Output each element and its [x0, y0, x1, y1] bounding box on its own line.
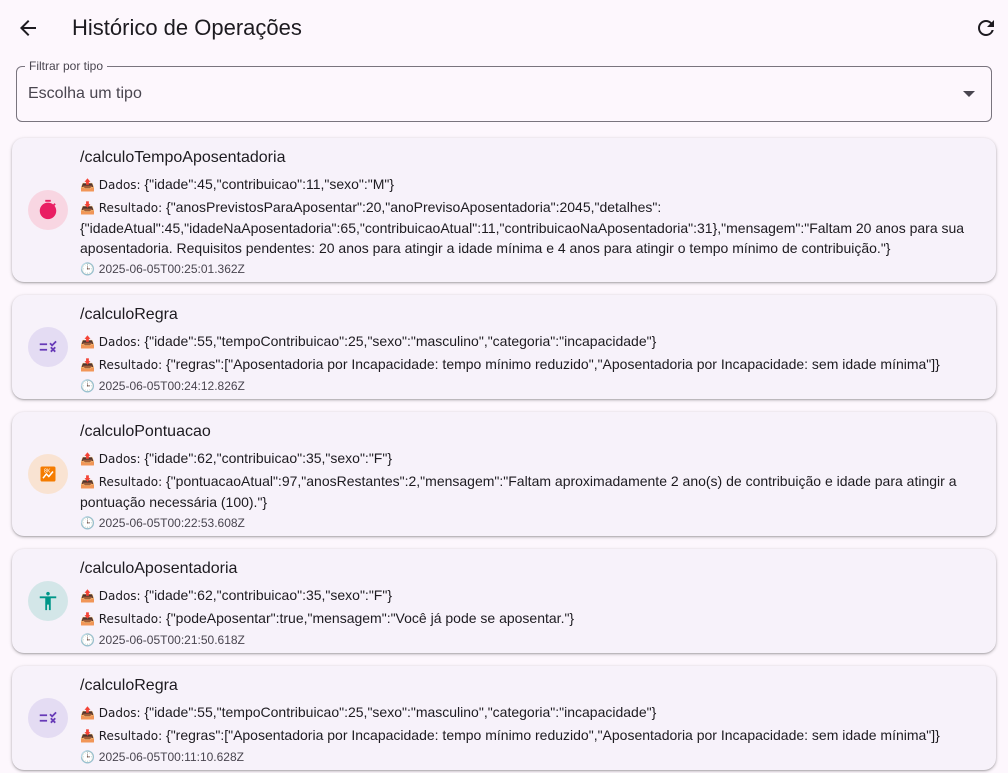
dados-value: {"idade":45,"contribuicao":11,"sexo":"M"… [144, 176, 395, 192]
dados-value: {"idade":62,"contribuicao":35,"sexo":"F"… [144, 450, 392, 466]
operation-avatar [28, 327, 68, 367]
timestamp-value: 2025-06-05T00:24:12.826Z [98, 379, 245, 393]
filter-label: Filtrar por tipo [25, 59, 108, 73]
download-tray-icon: 📥 Resultado: [80, 358, 167, 372]
type-filter-dropdown[interactable]: Filtrar por tipo Escolha um tipo [16, 59, 992, 122]
operation-resultado: 📥 Resultado: {"anosPrevistosParaAposenta… [80, 197, 980, 258]
arrow-back-icon [20, 20, 36, 36]
refresh-button[interactable] [970, 12, 1002, 44]
operation-avatar: 8K [28, 454, 68, 494]
operation-dados: 📤 Dados: {"idade":62,"contribuicao":35,"… [80, 448, 980, 469]
operation-card[interactable]: /calculoAposentadoria 📤 Dados: {"idade":… [12, 549, 996, 653]
timestamp-value: 2025-06-05T00:11:10.628Z [98, 750, 244, 764]
clock-icon: 🕒 [80, 750, 99, 764]
rule-icon [39, 711, 57, 724]
operation-dados: 📤 Dados: {"idade":55,"tempoContribuicao"… [80, 331, 980, 352]
app-bar: Histórico de Operações [0, 0, 1008, 56]
upload-tray-icon: 📤 Dados: [80, 178, 145, 192]
resultado-value: {"podeAposentar":true,"mensagem":"Você j… [166, 610, 575, 626]
back-button[interactable] [12, 12, 44, 44]
score-icon: 8K [40, 466, 56, 482]
operation-title: /calculoRegra [80, 306, 178, 323]
filter-placeholder: Escolha um tipo [28, 85, 142, 102]
operation-card[interactable]: /calculoRegra 📤 Dados: {"idade":55,"temp… [12, 666, 996, 770]
clock-icon: 🕒 [80, 379, 99, 393]
operation-timestamp: 🕒 2025-06-05T00:22:53.608Z [80, 515, 980, 531]
operation-avatar [28, 698, 68, 738]
svg-text:8K: 8K [44, 468, 51, 474]
dados-value: {"idade":55,"tempoContribuicao":25,"sexo… [144, 333, 657, 349]
operation-timestamp: 🕒 2025-06-05T00:11:10.628Z [80, 749, 980, 765]
timestamp-value: 2025-06-05T00:22:53.608Z [98, 516, 245, 530]
page-title: Histórico de Operações [72, 15, 302, 40]
operation-dados: 📤 Dados: {"idade":45,"contribuicao":11,"… [80, 174, 980, 195]
upload-tray-icon: 📤 Dados: [80, 706, 145, 720]
operation-resultado: 📥 Resultado: {"podeAposentar":true,"mens… [80, 608, 980, 629]
clock-icon: 🕒 [80, 633, 99, 647]
accessibility-icon [39, 591, 57, 611]
operation-resultado: 📥 Resultado: {"regras":["Aposentadoria p… [80, 354, 980, 375]
rule-icon [39, 340, 57, 353]
operation-timestamp: 🕒 2025-06-05T00:24:12.826Z [80, 378, 980, 394]
resultado-value: {"anosPrevistosParaAposentar":20,"anoPre… [80, 199, 965, 256]
operation-card[interactable]: /calculoTempoAposentadoria 📤 Dados: {"id… [12, 138, 996, 282]
timestamp-value: 2025-06-05T00:25:01.362Z [98, 262, 245, 276]
dropdown-arrow-icon [963, 91, 975, 97]
operation-avatar [28, 190, 68, 230]
dados-value: {"idade":55,"tempoContribuicao":25,"sexo… [144, 704, 657, 720]
operation-title: /calculoPontuacao [80, 423, 211, 440]
upload-tray-icon: 📤 Dados: [80, 452, 145, 466]
operation-title: /calculoAposentadoria [80, 560, 238, 577]
timestamp-value: 2025-06-05T00:21:50.618Z [98, 633, 245, 647]
operation-dados: 📤 Dados: {"idade":62,"contribuicao":35,"… [80, 585, 980, 606]
operation-dados: 📤 Dados: {"idade":55,"tempoContribuicao"… [80, 702, 980, 723]
download-tray-icon: 📥 Resultado: [80, 612, 167, 626]
resultado-value: {"pontuacaoAtual":97,"anosRestantes":2,"… [80, 473, 957, 510]
operation-card[interactable]: /calculoRegra 📤 Dados: {"idade":55,"temp… [12, 295, 996, 399]
download-tray-icon: 📥 Resultado: [80, 475, 167, 489]
operation-timestamp: 🕒 2025-06-05T00:25:01.362Z [80, 261, 980, 277]
resultado-value: {"regras":["Aposentadoria por Incapacida… [166, 356, 940, 372]
timer-icon [39, 199, 57, 220]
download-tray-icon: 📥 Resultado: [80, 729, 167, 743]
operation-card[interactable]: 8K /calculoPontuacao 📤 Dados: {"idade":6… [12, 412, 996, 536]
operation-title: /calculoRegra [80, 677, 178, 694]
download-tray-icon: 📥 Resultado: [80, 201, 167, 215]
operation-title: /calculoTempoAposentadoria [80, 149, 286, 166]
clock-icon: 🕒 [80, 516, 99, 530]
dados-value: {"idade":62,"contribuicao":35,"sexo":"F"… [144, 587, 392, 603]
upload-tray-icon: 📤 Dados: [80, 589, 145, 603]
refresh-icon [978, 20, 994, 36]
resultado-value: {"regras":["Aposentadoria por Incapacida… [166, 727, 940, 743]
upload-tray-icon: 📤 Dados: [80, 335, 145, 349]
operation-resultado: 📥 Resultado: {"regras":["Aposentadoria p… [80, 725, 980, 746]
operation-resultado: 📥 Resultado: {"pontuacaoAtual":97,"anosR… [80, 471, 980, 512]
operation-timestamp: 🕒 2025-06-05T00:21:50.618Z [80, 632, 980, 648]
clock-icon: 🕒 [80, 262, 99, 276]
operation-avatar [28, 581, 68, 621]
